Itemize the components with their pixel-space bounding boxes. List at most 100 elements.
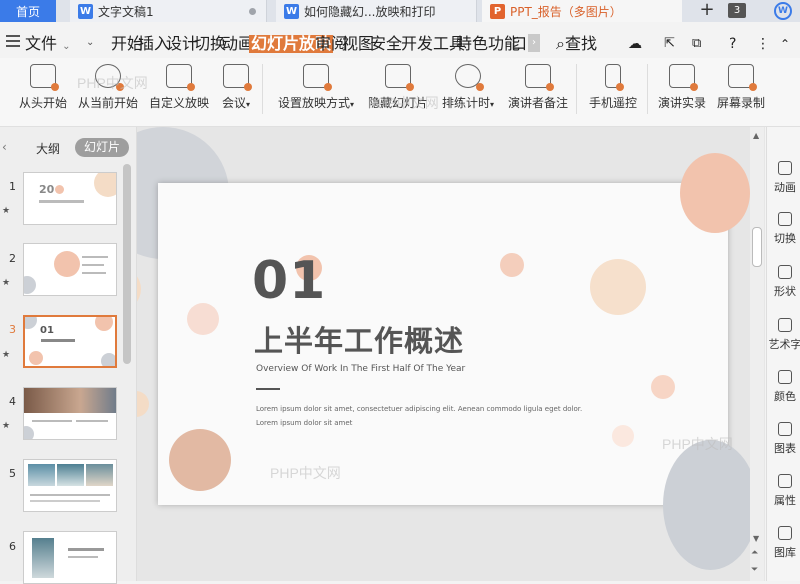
colors-icon xyxy=(778,370,792,384)
play-from-start-button[interactable]: 从头开始 xyxy=(17,64,69,111)
transition-icon xyxy=(778,212,792,226)
right-panel-wordart[interactable]: 艺术字 xyxy=(768,318,800,352)
slide-number: 6 xyxy=(9,540,16,553)
watermark: PHP中文网 xyxy=(270,465,341,481)
ribbon-divider xyxy=(262,64,263,114)
slide-thumbnail-5[interactable] xyxy=(23,459,117,512)
speaker-notes-button[interactable]: 演讲者备注 xyxy=(506,64,570,111)
scroll-up-icon[interactable]: ▲ xyxy=(753,131,759,140)
right-panel-animation[interactable]: 动画 xyxy=(768,161,800,195)
slide-thumbnail-1[interactable]: 20 xyxy=(23,172,117,225)
search-icon: ⌕ xyxy=(556,34,565,53)
scroll-down-icon[interactable]: ▼ xyxy=(753,534,759,543)
slide-title[interactable]: 上半年工作概述 xyxy=(254,318,464,360)
thumbnail-decor xyxy=(24,426,34,439)
right-panel-transition[interactable]: 切换 xyxy=(768,212,800,246)
slide-subtitle[interactable]: Overview Of Work In The First Half Of Th… xyxy=(256,364,465,374)
hide-slide-icon xyxy=(385,64,414,91)
decor-circle xyxy=(500,253,524,277)
slide-divider xyxy=(256,388,280,390)
thumbnail-line xyxy=(41,339,75,342)
right-panel-shapes[interactable]: 形状 xyxy=(768,265,800,299)
right-panel-colors[interactable]: 颜色 xyxy=(768,370,800,404)
outline-tab[interactable]: 大纲 xyxy=(36,140,60,157)
right-panel-gallery[interactable]: 图库 xyxy=(768,526,800,560)
animation-icon xyxy=(778,161,792,175)
right-panel-chart[interactable]: 图表 xyxy=(768,422,800,456)
canvas-scrollbar[interactable] xyxy=(750,127,764,581)
slide-thumbnail-4[interactable] xyxy=(23,387,117,440)
thumbnail-line xyxy=(68,556,98,558)
speech-recording-button[interactable]: 演讲实录 xyxy=(656,64,708,111)
thumbnail-line xyxy=(82,264,104,266)
decor-circle xyxy=(651,375,675,399)
decor-circle xyxy=(137,391,149,417)
menu-tab-security[interactable]: 安全 xyxy=(370,35,402,53)
cloud-icon[interactable]: ☁ xyxy=(628,35,642,53)
tab-document-2[interactable]: W 如何隐藏幻...放映和打印 xyxy=(276,0,477,22)
thumbnail-line xyxy=(39,200,84,203)
decor-circle xyxy=(590,259,646,315)
gallery-icon xyxy=(778,526,792,540)
meeting-button[interactable]: 会议▾ xyxy=(218,64,254,111)
more-options-icon[interactable]: ⋮ xyxy=(756,35,770,53)
screen-recording-button[interactable]: 屏幕录制 xyxy=(714,64,768,111)
rehearse-timing-button[interactable]: 排练计时▾ xyxy=(437,64,499,111)
slide-thumbnail-2[interactable] xyxy=(23,243,117,296)
file-menu[interactable]: 文件 ⌄ xyxy=(25,35,71,53)
thumbnail-photo xyxy=(28,464,55,486)
shapes-icon xyxy=(778,265,792,279)
tab-home[interactable]: 首页 xyxy=(0,0,56,22)
share-icon[interactable]: ⇱ xyxy=(664,35,675,53)
animation-star-icon: ★ xyxy=(2,350,11,360)
animation-star-icon: ★ xyxy=(2,421,11,431)
slideshow-settings-button[interactable]: 设置放映方式▾ xyxy=(274,64,358,111)
slide-thumbnail-3[interactable]: 01 xyxy=(23,315,117,368)
menu-scroll-right-icon[interactable]: › xyxy=(528,34,540,52)
tab-count-badge[interactable]: 3 xyxy=(728,3,746,18)
previous-slide-icon[interactable]: ⏶ xyxy=(751,548,758,558)
slides-tab[interactable]: 幻灯片 xyxy=(75,138,129,157)
custom-show-icon xyxy=(166,64,195,91)
tab-home-label: 首页 xyxy=(15,4,40,19)
meeting-icon xyxy=(223,64,252,91)
tab-presentation[interactable]: P PPT_报告（多图片） xyxy=(482,0,682,22)
decor-circle xyxy=(187,303,219,335)
new-tab-button[interactable]: + xyxy=(694,0,720,22)
decor-circle xyxy=(137,267,141,311)
slide-number: 1 xyxy=(9,180,16,193)
phone-remote-button[interactable]: 手机遥控 xyxy=(586,64,640,111)
slide-thumbnail-6[interactable] xyxy=(23,531,117,584)
slide-section-number[interactable]: 01 xyxy=(252,251,326,311)
menu-tab-overflow[interactable]: 口 xyxy=(511,35,527,53)
collapse-ribbon-icon[interactable]: ⌃ xyxy=(780,35,790,53)
unsaved-dot-icon xyxy=(249,8,256,15)
chevron-down-icon: ⌄ xyxy=(62,41,71,52)
custom-show-button[interactable]: 自定义放映 xyxy=(148,64,210,111)
quick-toolbar-chevron-icon[interactable]: ⌄ xyxy=(86,37,94,48)
thumbnail-photo xyxy=(24,388,116,413)
thumbnail-decor xyxy=(95,317,113,331)
slides-panel-scrollbar[interactable] xyxy=(123,164,131,364)
app-logo-icon[interactable]: W xyxy=(774,2,792,20)
export-icon[interactable]: ⧉ xyxy=(692,35,701,53)
thumbnail-photo xyxy=(57,464,84,486)
slide-body-text[interactable]: Lorem ipsum dolor sit amet, consectetuer… xyxy=(256,402,596,430)
next-slide-icon[interactable]: ⏷ xyxy=(751,565,758,575)
watermark: PHP中文网 xyxy=(368,95,439,111)
hamburger-menu-icon[interactable] xyxy=(6,35,20,50)
tab-document-2-label: 如何隐藏幻...放映和打印 xyxy=(304,4,436,19)
right-panel-properties[interactable]: 属性 xyxy=(768,474,800,508)
collapse-panel-icon[interactable]: ‹ xyxy=(2,140,7,154)
writer-doc-icon: W xyxy=(78,3,93,19)
thumbnail-text: 01 xyxy=(40,325,54,336)
search-button[interactable]: ⌕查找 xyxy=(556,35,597,53)
canvas-scrollbar-thumb[interactable] xyxy=(752,227,762,267)
thumbnail-line xyxy=(32,420,72,422)
tab-document-1[interactable]: W 文字文稿1 xyxy=(70,0,267,22)
wordart-icon xyxy=(778,318,792,332)
ribbon-divider xyxy=(647,64,648,114)
thumbnail-decor xyxy=(94,173,116,197)
help-icon[interactable]: ? xyxy=(729,35,736,53)
thumbnail-decor xyxy=(54,251,80,277)
